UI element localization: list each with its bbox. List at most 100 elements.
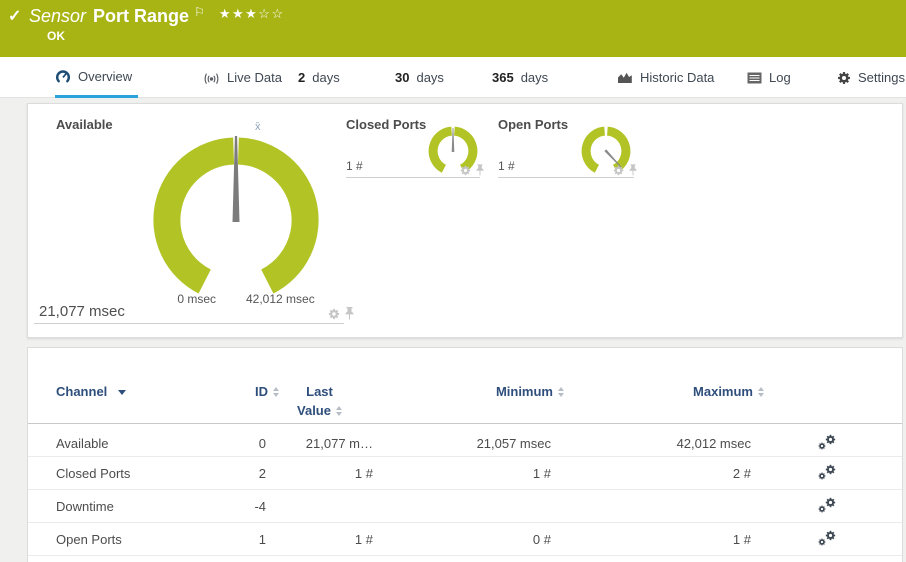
gear-icon[interactable] bbox=[460, 165, 471, 176]
channel-id: 1 bbox=[258, 531, 266, 547]
gauge-needle bbox=[232, 136, 240, 222]
tab-365-days[interactable]: 365 days bbox=[492, 57, 548, 98]
channel-name: Downtime bbox=[56, 498, 114, 514]
tab-live-data[interactable]: Live Data bbox=[203, 57, 282, 98]
tab-365-days-label: days bbox=[520, 70, 549, 85]
channel-settings-gears-icon[interactable] bbox=[818, 497, 836, 513]
tab-2-days-number: 2 bbox=[298, 70, 306, 85]
channel-minimum: 21,057 msec bbox=[476, 436, 551, 451]
channels-table: Channel ID Last Value Minimum Maximum Av… bbox=[28, 376, 902, 556]
tab-log[interactable]: Log bbox=[747, 57, 791, 98]
sensor-type-label: Sensor bbox=[29, 6, 87, 26]
pin-icon[interactable] bbox=[629, 164, 637, 176]
gear-icon[interactable] bbox=[613, 165, 624, 176]
channel-name: Closed Ports bbox=[56, 465, 131, 481]
sort-arrows-icon bbox=[758, 387, 764, 399]
column-header-value-label: Value bbox=[297, 403, 331, 418]
table-header-row: Channel ID Last Value Minimum Maximum bbox=[28, 376, 902, 424]
column-header-minimum-label: Minimum bbox=[495, 384, 553, 399]
divider bbox=[498, 177, 634, 178]
gauge-open-ports-label: Open Ports bbox=[498, 117, 569, 132]
tab-30-days-label: days bbox=[416, 70, 444, 85]
table-row: Open Ports 1 1 # 0 # 1 # bbox=[28, 523, 902, 556]
channel-id: 0 bbox=[258, 436, 266, 451]
channel-last-value: 1 # bbox=[354, 531, 373, 547]
gauge-min-label: 0 msec bbox=[177, 292, 216, 306]
column-header-channel[interactable]: Channel bbox=[56, 385, 216, 399]
tab-bar: Overview Live Data 2 days 30 days 365 days … bbox=[0, 57, 906, 98]
live-data-icon bbox=[203, 71, 220, 85]
channel-maximum: 42,012 msec bbox=[676, 436, 751, 451]
historic-data-icon bbox=[617, 71, 633, 84]
gauge-needle bbox=[451, 128, 455, 152]
sort-arrows-icon bbox=[335, 406, 342, 418]
column-header-minimum[interactable]: Minimum bbox=[373, 384, 564, 399]
channel-last-value: 21,077 m… bbox=[305, 436, 373, 451]
tab-log-label: Log bbox=[769, 70, 791, 85]
channel-minimum: 0 # bbox=[532, 531, 551, 547]
column-header-maximum-label: Maximum bbox=[693, 384, 753, 399]
column-header-maximum[interactable]: Maximum bbox=[551, 384, 764, 399]
available-value: 21,077 msec bbox=[39, 303, 125, 320]
channel-last-value: 1 # bbox=[354, 465, 373, 481]
channel-maximum: 2 # bbox=[732, 465, 751, 481]
gauge-icon bbox=[55, 69, 71, 84]
table-row: Downtime -4 bbox=[28, 490, 902, 523]
gauge-closed-tools bbox=[460, 164, 484, 176]
divider bbox=[346, 177, 480, 178]
sensor-header: ✓ Sensor Port Range ⚐ ★★★☆☆ OK bbox=[0, 0, 906, 57]
priority-flag-icon[interactable]: ⚐ bbox=[194, 6, 205, 18]
pin-icon[interactable] bbox=[345, 307, 354, 320]
available-gauge bbox=[153, 136, 319, 294]
closed-ports-value: 1 # bbox=[346, 159, 363, 173]
gauges-panel: Available x̄ 0 msec 42,012 msec 21,077 m… bbox=[27, 103, 903, 338]
channel-settings-gears-icon[interactable] bbox=[818, 434, 836, 450]
gauge-open-tools bbox=[613, 164, 637, 176]
table-row: Available 0 21,077 m… 21,057 msec 42,012… bbox=[28, 424, 902, 457]
tab-settings-label: Settings bbox=[858, 70, 905, 85]
mean-marker: x̄ bbox=[255, 121, 261, 133]
tab-historic-data[interactable]: Historic Data bbox=[617, 57, 714, 98]
gauge-available-label: Available bbox=[56, 117, 113, 132]
divider bbox=[34, 323, 344, 324]
channel-settings-gears-icon[interactable] bbox=[818, 464, 836, 480]
gauge-max-label: 42,012 msec bbox=[246, 292, 315, 306]
tab-overview[interactable]: Overview bbox=[55, 57, 139, 98]
sort-caret-icon bbox=[118, 390, 127, 395]
status-badge: OK bbox=[47, 29, 65, 43]
open-ports-value: 1 # bbox=[498, 159, 515, 173]
tab-30-days-number: 30 bbox=[395, 70, 410, 85]
page-title: Port Range bbox=[93, 6, 190, 26]
channels-panel: Channel ID Last Value Minimum Maximum Av… bbox=[27, 347, 903, 562]
channel-minimum: 1 # bbox=[532, 465, 551, 481]
gauge-available-tools bbox=[328, 307, 354, 320]
tab-2-days-label: days bbox=[312, 70, 340, 85]
channel-name: Open Ports bbox=[56, 531, 122, 547]
sensor-page: ✓ Sensor Port Range ⚐ ★★★☆☆ OK Overview bbox=[0, 0, 906, 562]
tab-live-data-label: Live Data bbox=[227, 70, 282, 85]
channel-settings-gears-icon[interactable] bbox=[818, 530, 836, 546]
log-icon bbox=[747, 72, 762, 84]
column-header-last-value[interactable]: Last Value bbox=[266, 385, 373, 418]
column-header-id[interactable]: ID bbox=[216, 385, 279, 399]
table-row: Closed Ports 2 1 # 1 # 2 # bbox=[28, 457, 902, 490]
settings-gear-icon bbox=[837, 71, 851, 85]
column-header-last-label: Last bbox=[306, 384, 333, 399]
channel-maximum: 1 # bbox=[732, 531, 751, 547]
pin-icon[interactable] bbox=[476, 164, 484, 176]
tab-2-days[interactable]: 2 days bbox=[298, 57, 340, 98]
channel-id: 2 bbox=[258, 465, 266, 481]
tab-overview-label: Overview bbox=[78, 68, 133, 84]
tab-365-days-number: 365 bbox=[492, 70, 514, 85]
priority-stars[interactable]: ★★★☆☆ bbox=[219, 6, 285, 22]
status-check-icon: ✓ bbox=[8, 8, 22, 25]
channel-id: -4 bbox=[254, 498, 266, 514]
gear-icon[interactable] bbox=[328, 308, 340, 320]
tab-30-days[interactable]: 30 days bbox=[395, 57, 444, 98]
tab-settings[interactable]: Settings bbox=[837, 57, 905, 98]
title-line: Sensor Port Range ⚐ ★★★☆☆ bbox=[29, 4, 285, 28]
gauge-closed-ports-label: Closed Ports bbox=[346, 117, 427, 132]
tab-historic-data-label: Historic Data bbox=[640, 70, 715, 85]
channel-name: Available bbox=[56, 436, 109, 451]
column-header-channel-label: Channel bbox=[56, 384, 108, 399]
